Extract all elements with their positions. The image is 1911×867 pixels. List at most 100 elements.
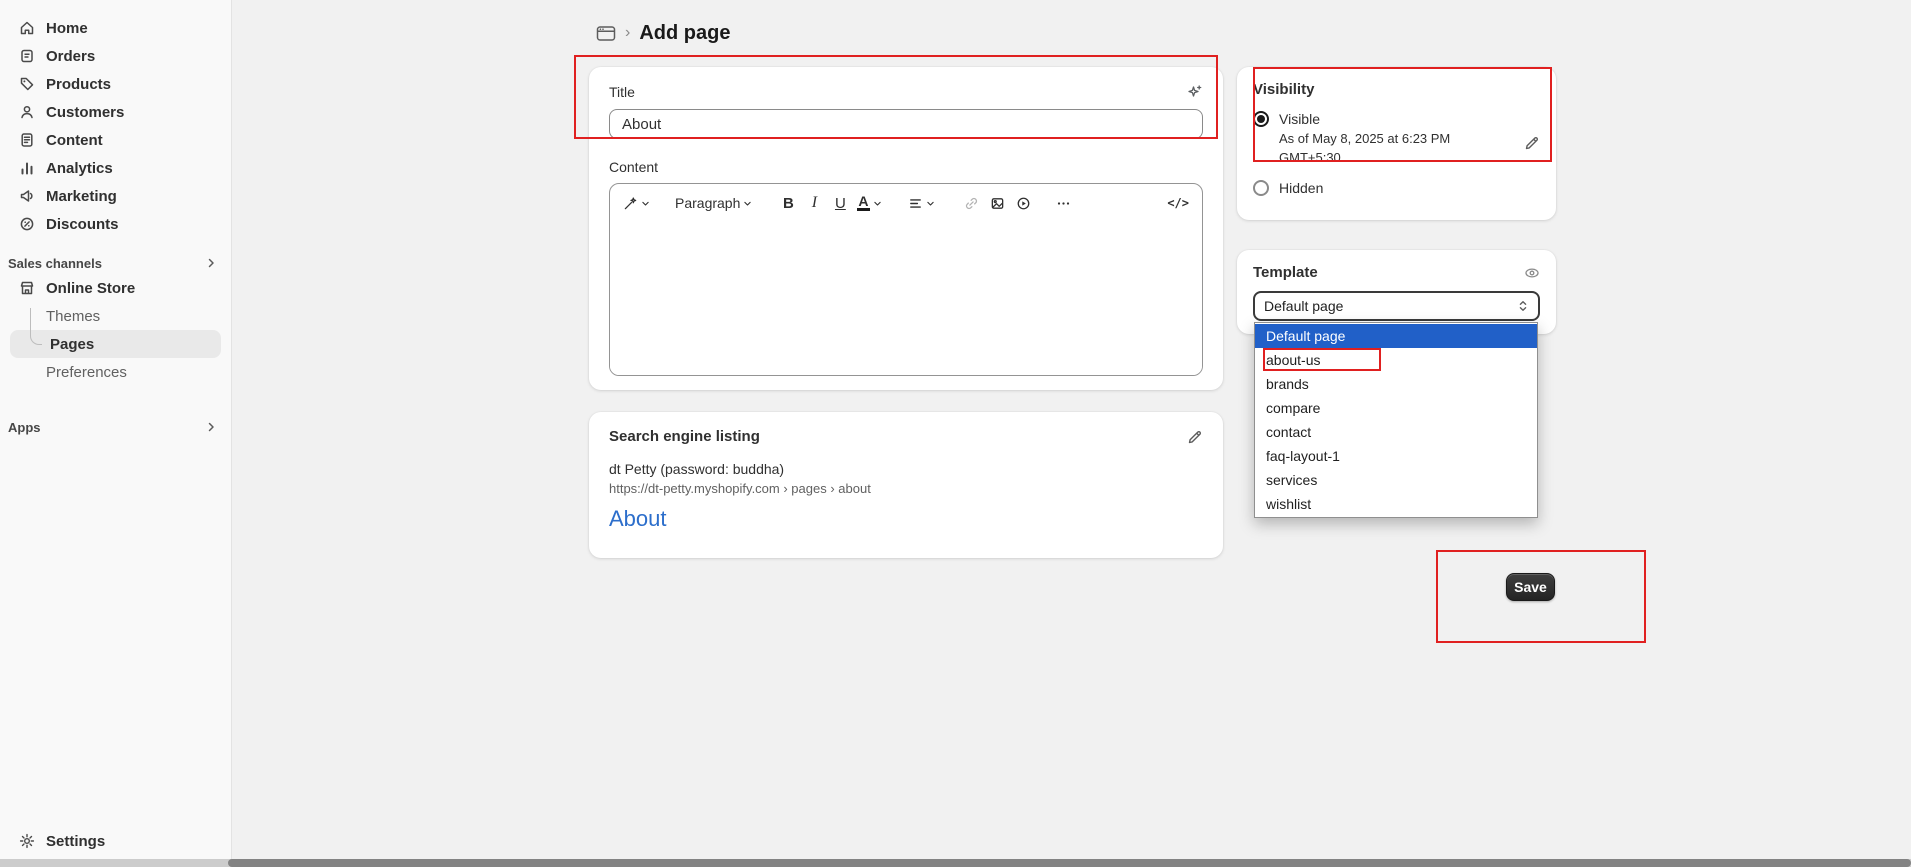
visibility-card: Visibility Visible As of May 8, 2025 at …: [1237, 67, 1556, 220]
template-dropdown: Default page about-us brands compare con…: [1254, 322, 1538, 518]
sidebar-item-label: Preferences: [46, 364, 127, 381]
hidden-label: Hidden: [1279, 180, 1323, 196]
seo-page-title-link[interactable]: About: [609, 506, 1203, 532]
chevron-right-icon: [205, 257, 217, 269]
dropdown-option-contact[interactable]: contact: [1255, 420, 1537, 444]
sales-channels-label: Sales channels: [8, 256, 102, 271]
sidebar-item-label: Products: [46, 76, 111, 93]
image-icon: [990, 196, 1005, 211]
dropdown-option-default-page[interactable]: Default page: [1255, 324, 1537, 348]
sidebar-item-preferences[interactable]: Preferences: [10, 358, 221, 386]
chevron-right-icon: [205, 421, 217, 433]
underline-button[interactable]: U: [828, 189, 852, 217]
sidebar-item-label: Customers: [46, 104, 124, 121]
more-options-button[interactable]: [1052, 189, 1076, 217]
apps-label: Apps: [8, 420, 41, 435]
paragraph-style-dropdown[interactable]: Paragraph: [669, 189, 758, 217]
store-icon: [18, 279, 36, 297]
sidebar-item-label: Marketing: [46, 188, 117, 205]
seo-url: https://dt-petty.myshopify.com › pages ›…: [609, 481, 1203, 496]
sidebar-item-label: Orders: [46, 48, 95, 65]
dropdown-option-compare[interactable]: compare: [1255, 396, 1537, 420]
sidebar-item-online-store[interactable]: Online Store: [10, 274, 221, 302]
horizontal-scrollbar-track[interactable]: [0, 859, 1911, 867]
sidebar-item-label: Themes: [46, 308, 100, 325]
home-icon: [18, 19, 36, 37]
show-html-button[interactable]: </>: [1164, 189, 1192, 217]
sidebar-item-discounts[interactable]: Discounts: [10, 210, 221, 238]
pages-breadcrumb-icon[interactable]: [596, 25, 616, 42]
apps-header[interactable]: Apps: [0, 416, 231, 438]
template-select[interactable]: Default page: [1253, 291, 1540, 321]
breadcrumb-separator: ›: [625, 24, 630, 42]
title-input[interactable]: [609, 109, 1203, 139]
dropdown-option-brands[interactable]: brands: [1255, 372, 1537, 396]
seo-site-name: dt Petty (password: buddha): [609, 461, 1203, 477]
settings-label: Settings: [46, 833, 105, 850]
title-label: Title: [609, 84, 635, 100]
more-dots-icon: [1056, 196, 1071, 211]
gear-icon: [18, 832, 36, 850]
editor-toolbar: Paragraph B I U A: [610, 184, 1202, 222]
schedule-line-2: GMT+5:30: [1279, 149, 1540, 168]
dropdown-option-services[interactable]: services: [1255, 468, 1537, 492]
eye-icon[interactable]: [1524, 265, 1540, 281]
visible-radio-row[interactable]: Visible: [1253, 111, 1540, 127]
sidebar-item-customers[interactable]: Customers: [10, 98, 221, 126]
marketing-icon: [18, 187, 36, 205]
sidebar-item-content[interactable]: Content: [10, 126, 221, 154]
insert-video-button[interactable]: [1012, 189, 1036, 217]
rich-text-editor: Paragraph B I U A: [609, 183, 1203, 376]
sidebar-item-label: Analytics: [46, 160, 113, 177]
sidebar-item-pages[interactable]: Pages: [10, 330, 221, 358]
hidden-radio-unselected[interactable]: [1253, 180, 1269, 196]
products-icon: [18, 75, 36, 93]
magic-sparkle-icon[interactable]: [1187, 84, 1203, 100]
bold-button[interactable]: B: [776, 189, 800, 217]
alignment-button[interactable]: [905, 189, 938, 217]
edit-pencil-icon[interactable]: [1187, 429, 1203, 445]
sidebar-item-label: Discounts: [46, 216, 119, 233]
sidebar-item-home[interactable]: Home: [10, 14, 221, 42]
breadcrumb: › Add page: [596, 20, 730, 46]
sidebar-item-products[interactable]: Products: [10, 70, 221, 98]
sales-channels-header[interactable]: Sales channels: [0, 252, 231, 274]
italic-button[interactable]: I: [802, 189, 826, 217]
chevron-down-icon: [926, 199, 935, 208]
visibility-card-title: Visibility: [1253, 81, 1540, 98]
orders-icon: [18, 47, 36, 65]
sidebar-item-orders[interactable]: Orders: [10, 42, 221, 70]
dropdown-option-wishlist[interactable]: wishlist: [1255, 492, 1537, 516]
sidebar: Home Orders Products Customers Content A…: [0, 0, 232, 867]
sidebar-item-themes[interactable]: Themes: [10, 302, 221, 330]
hidden-radio-row[interactable]: Hidden: [1253, 180, 1540, 196]
customers-icon: [18, 103, 36, 121]
link-button[interactable]: [960, 189, 984, 217]
sidebar-item-label: Online Store: [46, 280, 135, 297]
schedule-line-1: As of May 8, 2025 at 6:23 PM: [1279, 130, 1540, 149]
search-engine-listing-card: Search engine listing dt Petty (password…: [589, 412, 1223, 558]
code-view-icon: </>: [1167, 196, 1189, 210]
dropdown-option-about-us[interactable]: about-us: [1255, 348, 1537, 372]
align-left-icon: [908, 196, 923, 211]
insert-image-button[interactable]: [986, 189, 1010, 217]
dropdown-option-faq-layout-1[interactable]: faq-layout-1: [1255, 444, 1537, 468]
content-editor-area[interactable]: [610, 222, 1202, 375]
sidebar-item-analytics[interactable]: Analytics: [10, 154, 221, 182]
template-card-title: Template: [1253, 264, 1318, 281]
sidebar-item-marketing[interactable]: Marketing: [10, 182, 221, 210]
analytics-icon: [18, 159, 36, 177]
paragraph-label: Paragraph: [675, 195, 740, 211]
sidebar-item-settings[interactable]: Settings: [10, 827, 221, 855]
content-label: Content: [609, 159, 1203, 175]
horizontal-scrollbar-thumb[interactable]: [228, 859, 1911, 867]
seo-card-title: Search engine listing: [609, 428, 760, 445]
save-button[interactable]: Save: [1506, 573, 1555, 601]
edit-visibility-pencil-icon[interactable]: [1524, 135, 1540, 151]
sidebar-item-label: Content: [46, 132, 103, 149]
text-color-button[interactable]: A: [854, 189, 884, 217]
chevron-down-icon: [873, 199, 882, 208]
ai-generate-button[interactable]: [620, 189, 653, 217]
visible-radio-selected[interactable]: [1253, 111, 1269, 127]
link-icon: [964, 196, 979, 211]
